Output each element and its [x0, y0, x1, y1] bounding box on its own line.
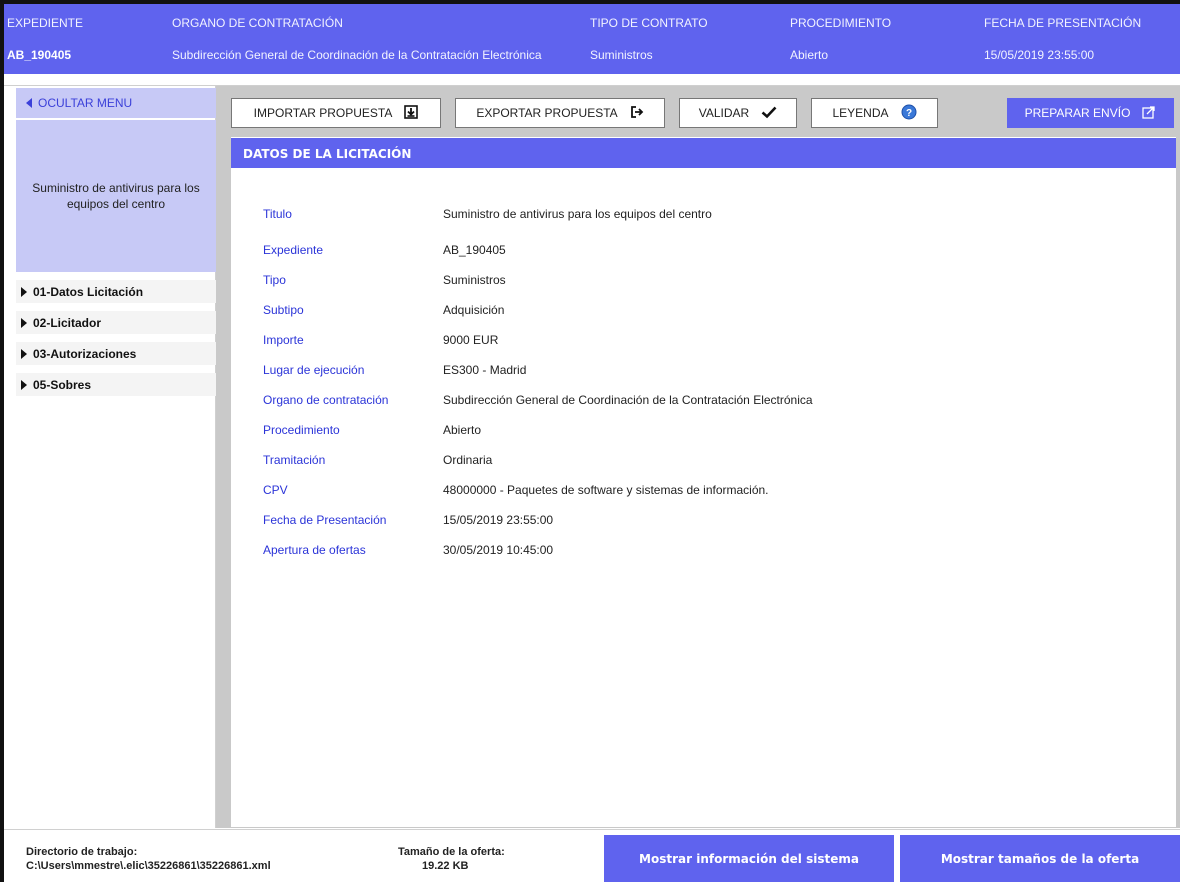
field-label: Apertura de ofertas: [263, 543, 366, 557]
validate-button[interactable]: VALIDAR: [679, 98, 797, 128]
sidebar-item-label: 02-Licitador: [33, 316, 102, 330]
sidebar-item-autorizaciones[interactable]: 03-Autorizaciones: [16, 342, 216, 365]
field-label: Expediente: [263, 243, 324, 257]
header-expediente-value: AB_190405: [7, 48, 72, 62]
header-fecha-value: 15/05/2019 23:55:00: [984, 48, 1095, 62]
legend-label: LEYENDA: [832, 106, 889, 120]
prepare-send-button[interactable]: PREPARAR ENVÍO: [1007, 98, 1174, 128]
show-system-info-button[interactable]: Mostrar información del sistema: [604, 835, 894, 882]
sidebar-item-sobres[interactable]: 05-Sobres: [16, 373, 216, 396]
legend-button[interactable]: LEYENDA ?: [811, 98, 938, 128]
header-fecha-label: FECHA DE PRESENTACIÓN: [984, 16, 1142, 30]
sidebar-menu: 01-Datos Licitación 02-Licitador 03-Auto…: [16, 280, 216, 404]
offer-size-label: Tamaño de la oferta:: [398, 846, 505, 858]
header-separator: [4, 74, 1180, 86]
export-icon: [630, 105, 644, 122]
content-panel: [231, 137, 1176, 827]
field-label: Titulo: [263, 207, 292, 221]
sidebar-item-licitador[interactable]: 02-Licitador: [16, 311, 216, 334]
working-directory-label: Directorio de trabajo:: [26, 846, 138, 858]
sidebar-item-label: 05-Sobres: [33, 378, 92, 392]
show-offer-sizes-button[interactable]: Mostrar tamaños de la oferta: [900, 835, 1180, 882]
export-proposal-button[interactable]: EXPORTAR PROPUESTA: [455, 98, 665, 128]
field-value: 9000 EUR: [443, 333, 499, 347]
field-value: 15/05/2019 23:55:00: [443, 513, 554, 527]
field-value: 30/05/2019 10:45:00: [443, 543, 554, 557]
section-title: DATOS DE LA LICITACIÓN: [231, 138, 1176, 168]
field-value: 48000000 - Paquetes de software y sistem…: [443, 483, 769, 497]
hide-menu-button[interactable]: OCULTAR MENU: [16, 88, 216, 118]
sidebar-title: Suministro de antivirus para los equipos…: [32, 181, 200, 211]
field-value: Adquisición: [443, 303, 505, 317]
field-label: Subtipo: [263, 303, 304, 317]
triangle-right-icon: [21, 349, 27, 359]
triangle-left-icon: [26, 98, 32, 108]
field-value: Suministros: [443, 273, 506, 287]
offer-size-value: 19.22 KB: [422, 860, 469, 872]
export-proposal-label: EXPORTAR PROPUESTA: [476, 106, 618, 120]
header-organo-label: ORGANO DE CONTRATACIÓN: [172, 16, 343, 30]
sidebar-title-box: Suministro de antivirus para los equipos…: [16, 120, 216, 272]
triangle-right-icon: [21, 380, 27, 390]
send-icon: [1142, 105, 1156, 122]
hide-menu-label: OCULTAR MENU: [38, 96, 133, 110]
field-label: Organo de contratación: [263, 393, 389, 407]
field-value: Subdirección General de Coordinación de …: [443, 393, 813, 407]
field-value: ES300 - Madrid: [443, 363, 527, 377]
field-label: Importe: [263, 333, 304, 347]
sidebar: OCULTAR MENU Suministro de antivirus par…: [4, 86, 216, 828]
header-tipo-value: Suministros: [590, 48, 653, 62]
toolbar: IMPORTAR PROPUESTA EXPORTAR PROPUESTA VA…: [231, 98, 1176, 128]
sidebar-item-datos-licitacion[interactable]: 01-Datos Licitación: [16, 280, 216, 303]
expediente-header: EXPEDIENTE AB_190405 ORGANO DE CONTRATAC…: [4, 4, 1180, 74]
import-proposal-button[interactable]: IMPORTAR PROPUESTA: [231, 98, 441, 128]
field-value: AB_190405: [443, 243, 506, 257]
header-expediente-label: EXPEDIENTE: [7, 16, 84, 30]
header-procedimiento-label: PROCEDIMIENTO: [790, 16, 892, 30]
field-label: Procedimiento: [263, 423, 340, 437]
check-icon: [761, 105, 777, 122]
download-icon: [404, 104, 419, 122]
triangle-right-icon: [21, 287, 27, 297]
field-label: CPV: [263, 483, 288, 497]
field-value: Suministro de antivirus para los equipos…: [443, 207, 712, 221]
triangle-right-icon: [21, 318, 27, 328]
field-value: Abierto: [443, 423, 482, 437]
field-label: Fecha de Presentación: [263, 513, 387, 527]
help-icon: ?: [901, 104, 917, 123]
field-label: Tramitación: [263, 453, 326, 467]
header-procedimiento-value: Abierto: [790, 48, 829, 62]
status-footer: Directorio de trabajo: C:\Users\mmestre\…: [4, 829, 1180, 882]
import-proposal-label: IMPORTAR PROPUESTA: [253, 106, 393, 120]
field-value: Ordinaria: [443, 453, 493, 467]
working-directory-value: C:\Users\mmestre\.elic\35226861\35226861…: [26, 860, 271, 872]
sidebar-item-label: 03-Autorizaciones: [33, 347, 137, 361]
prepare-send-label: PREPARAR ENVÍO: [1024, 106, 1131, 120]
validate-label: VALIDAR: [698, 106, 750, 120]
svg-text:?: ?: [905, 108, 911, 119]
header-tipo-label: TIPO DE CONTRATO: [590, 16, 708, 30]
field-label: Lugar de ejecución: [263, 363, 365, 377]
header-organo-value: Subdirección General de Coordinación de …: [172, 48, 542, 62]
sidebar-item-label: 01-Datos Licitación: [33, 285, 144, 299]
field-label: Tipo: [263, 273, 286, 287]
